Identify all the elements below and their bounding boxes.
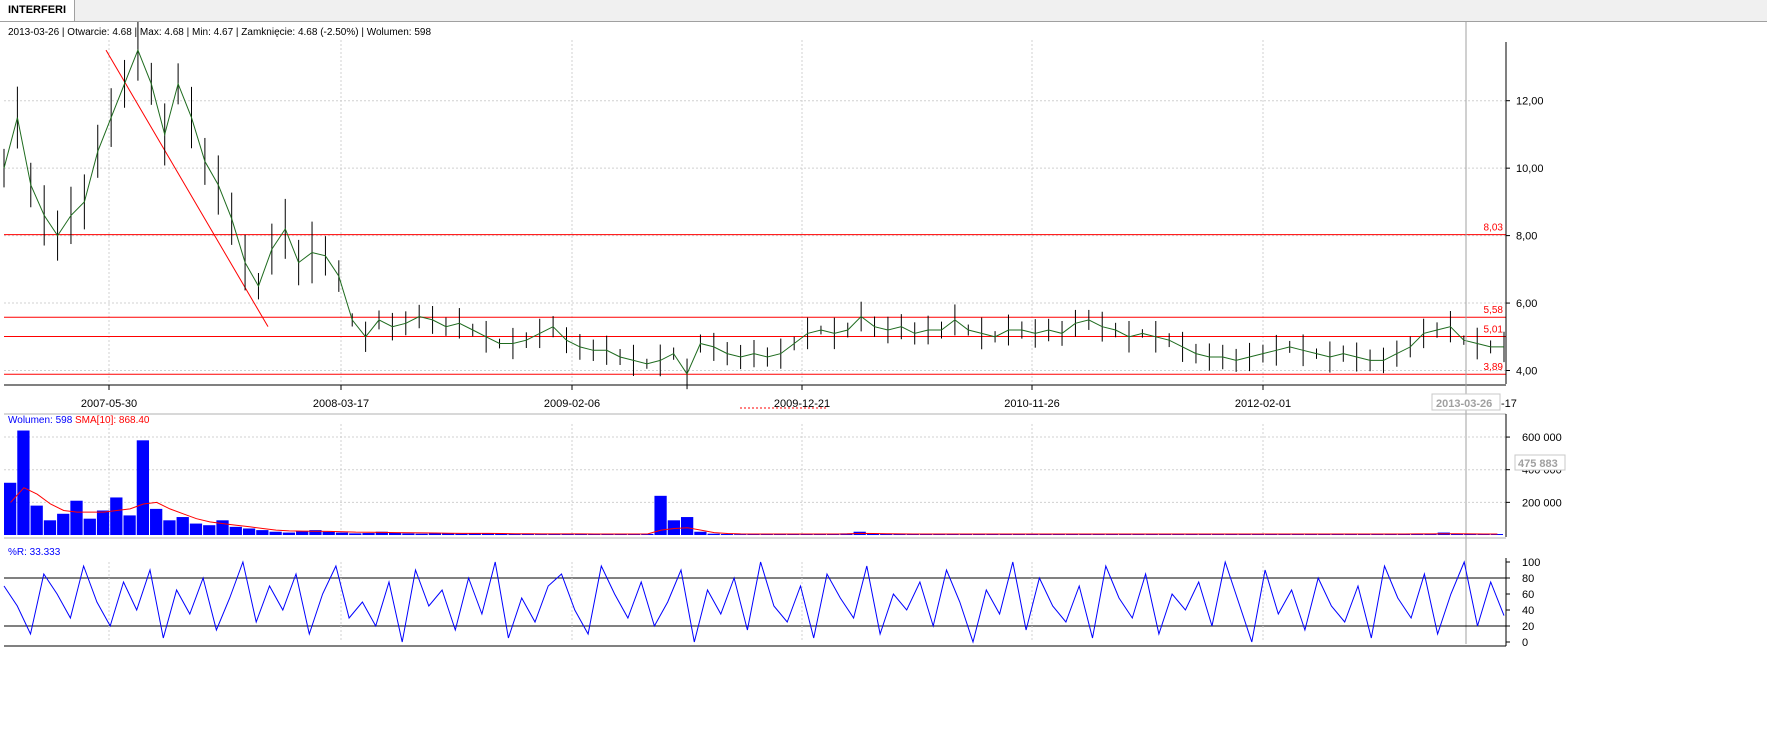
- volume-bar-26: [349, 533, 362, 535]
- volume-bar-9: [123, 515, 136, 535]
- date-tick-1: 2008-03-17: [313, 398, 369, 410]
- date-ticks: 2007-05-30 2008-03-17 2009-02-06 2009-12-21…: [81, 385, 1291, 410]
- date-axis: 2007-05-30 2008-03-17 2009-02-06 2009-12-21…: [4, 384, 1506, 410]
- volume-bar-13: [176, 517, 189, 535]
- willr-info: %R: 33.333: [8, 547, 61, 558]
- volume-bar-8: [110, 497, 123, 535]
- willr-ytick-3: 60: [1522, 589, 1534, 601]
- price-y-ticks: 4,00 6,00 8,00 10,00 12,00: [1506, 96, 1544, 378]
- volume-bar-25: [335, 532, 349, 535]
- volume-bar-50: [667, 520, 680, 535]
- willr-ytick-1: 20: [1522, 621, 1534, 633]
- date-tick-2: 2009-02-06: [544, 398, 600, 410]
- volume-panel: Wolumen: 598 SMA[10]: 868.40 200 000400 …: [4, 413, 1566, 537]
- volume-bar-49: [654, 495, 667, 535]
- volume-sma-info: SMA[10]: 868.40: [75, 415, 150, 426]
- price-info: 2013-03-26 | Otwarcie: 4.68 | Max: 4.68 …: [8, 27, 431, 38]
- volume-bar-15: [203, 525, 216, 535]
- volume-bar-6: [83, 518, 96, 535]
- stock-chart[interactable]: 8,035,585,013,89 4,006,008,0010,0012,00 …: [0, 22, 1767, 736]
- price-ytick-1: 6,00: [1516, 298, 1537, 310]
- volume-bar-12: [163, 520, 176, 535]
- volume-bar-2: [30, 505, 43, 535]
- volume-bar-21: [282, 532, 296, 535]
- volume-bar-0: [4, 482, 17, 535]
- hline-label-2: 5,01: [1484, 324, 1504, 335]
- tab-bar: INTERFERI: [0, 0, 1767, 22]
- volume-bar-1: [17, 430, 30, 535]
- hline-label-1: 5,58: [1484, 305, 1504, 316]
- price-ytick-4: 12,00: [1516, 96, 1544, 108]
- cursor-date-label: 2013-03-26: [1436, 398, 1492, 410]
- volume-bar-51: [680, 517, 694, 535]
- volume-bar-20: [269, 531, 282, 535]
- willr-grid: [4, 562, 1506, 642]
- volume-bars: [4, 430, 1503, 535]
- price-ytick-3: 10,00: [1516, 163, 1544, 175]
- date-tick-0: 2007-05-30: [81, 398, 137, 410]
- volume-bar-17: [229, 526, 242, 535]
- volume-bar-54: [720, 534, 734, 535]
- volume-bar-5: [70, 500, 83, 535]
- volume-bar-18: [242, 528, 256, 535]
- date-tick-4: 2010-11-26: [1004, 398, 1059, 410]
- volume-y-ticks: 200 000400 000600 000: [1506, 432, 1562, 509]
- willr-y-ticks: 0 20 40 60 80 100: [1506, 557, 1540, 649]
- cursor-volume-label: 475 883: [1518, 458, 1558, 470]
- volume-info: Wolumen: 598: [8, 415, 73, 426]
- volume-ytick-0: 200 000: [1522, 497, 1562, 509]
- volume-bar-31: [415, 533, 428, 535]
- volume-bar-11: [150, 508, 163, 535]
- volume-bar-19: [256, 530, 269, 535]
- volume-bar-14: [189, 523, 203, 535]
- volume-ytick-2: 600 000: [1522, 432, 1562, 444]
- volume-bar-10: [136, 440, 150, 535]
- price-ytick-0: 4,00: [1516, 366, 1537, 378]
- volume-bar-53: [707, 533, 720, 535]
- hline-label-3: 3,89: [1484, 362, 1504, 373]
- willr-line: [3, 560, 1505, 644]
- volume-bar-3: [43, 520, 57, 535]
- willr-ytick-0: 0: [1522, 637, 1528, 649]
- willr-ytick-2: 40: [1522, 605, 1534, 617]
- volume-bar-7: [96, 510, 110, 535]
- price-panel: 8,035,585,013,89 4,006,008,0010,0012,00 …: [3, 22, 1544, 390]
- tab-interferi[interactable]: INTERFERI: [0, 0, 76, 21]
- willr-ytick-5: 100: [1522, 557, 1540, 569]
- volume-grid: [4, 424, 1506, 535]
- willr-panel: %R: 33.333 0 20 40 60 80 100: [3, 537, 1540, 649]
- price-ytick-2: 8,00: [1516, 231, 1537, 243]
- hline-label-0: 8,03: [1484, 223, 1504, 234]
- cursor-date-trailing: -17: [1501, 398, 1517, 410]
- volume-bar-30: [402, 533, 415, 535]
- willr-ytick-4: 80: [1522, 573, 1534, 585]
- date-tick-5: 2012-02-01: [1235, 398, 1291, 410]
- volume-bar-52: [694, 531, 707, 535]
- volume-bar-4: [57, 513, 70, 535]
- volume-bar-24: [322, 531, 335, 535]
- volume-bar-27: [362, 533, 375, 535]
